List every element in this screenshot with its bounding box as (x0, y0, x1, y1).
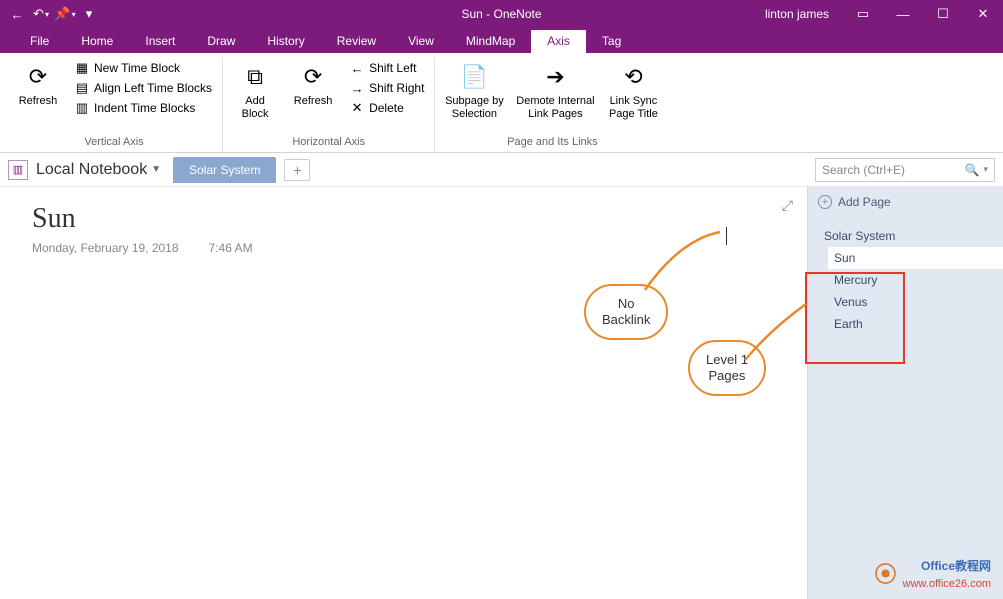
minimize-button[interactable]: — (883, 0, 923, 28)
refresh-icon: ⟳ (22, 61, 54, 93)
tab-home[interactable]: Home (65, 30, 129, 53)
page-item[interactable]: Solar System (818, 225, 1003, 247)
search-input[interactable]: Search (Ctrl+E) 🔍 ▾ (815, 158, 995, 182)
tab-review[interactable]: Review (321, 30, 392, 53)
refresh-label: Refresh (19, 95, 58, 108)
close-button[interactable]: ✕ (963, 0, 1003, 28)
indent-blocks-button[interactable]: ▥Indent Time Blocks (70, 99, 216, 117)
notebook-name[interactable]: Local Notebook (36, 161, 147, 179)
tab-insert[interactable]: Insert (129, 30, 191, 53)
text-cursor (726, 227, 727, 245)
arrow-right-icon: → (349, 80, 365, 96)
ribbon: ⟳ Refresh ▦New Time Block ▤Align Left Ti… (0, 53, 1003, 153)
delete-icon: ✕ (349, 100, 365, 116)
refresh-horizontal-button[interactable]: ⟳ Refresh (287, 59, 339, 108)
watermark-title: Office教程网 (921, 559, 991, 573)
page-item[interactable]: Sun (828, 247, 1003, 269)
title-bar: ← ↶ 📌 ▾ Sun - OneNote linton james ▭ — ☐… (0, 0, 1003, 28)
search-icon: 🔍 (965, 163, 980, 177)
indent-icon: ▥ (74, 100, 90, 116)
demote-button[interactable]: ➔ Demote Internal Link Pages (513, 59, 597, 121)
user-name[interactable]: linton james (751, 7, 843, 21)
align-icon: ▤ (74, 80, 90, 96)
group-vertical-axis: ⟳ Refresh ▦New Time Block ▤Align Left Ti… (6, 57, 223, 152)
group-label: Vertical Axis (84, 134, 143, 152)
callout-level1: Level 1Pages (688, 340, 766, 396)
quick-access-toolbar: ← ↶ 📌 ▾ (0, 3, 100, 25)
watermark: ⦿ Office教程网 www.office26.com (875, 557, 991, 593)
tab-draw[interactable]: Draw (191, 30, 251, 53)
plus-icon: + (818, 195, 832, 209)
linksync-label: Link Sync Page Title (605, 95, 661, 121)
demote-label: Demote Internal Link Pages (515, 95, 595, 121)
page-list: Solar SystemSunMercuryVenusEarth (808, 217, 1003, 335)
new-section-button[interactable]: + (284, 159, 310, 181)
page-date[interactable]: Monday, February 19, 2018 (32, 241, 179, 255)
tab-axis[interactable]: Axis (531, 30, 586, 53)
page-panel: + Add Page Solar SystemSunMercuryVenusEa… (807, 187, 1003, 599)
watermark-url: www.office26.com (903, 575, 991, 593)
office-logo-icon: ⦿ (875, 566, 897, 584)
group-label: Page and Its Links (507, 134, 598, 152)
demote-icon: ➔ (539, 61, 571, 93)
page-canvas[interactable]: ⤢ Sun Monday, February 19, 2018 7:46 AM (0, 187, 807, 599)
add-block-icon: ⧉ (239, 61, 271, 93)
arrow-left-icon: ← (349, 60, 365, 76)
group-label: Horizontal Axis (292, 134, 365, 152)
tab-history[interactable]: History (251, 30, 320, 53)
maximize-button[interactable]: ☐ (923, 0, 963, 28)
page-item[interactable]: Mercury (828, 269, 1003, 291)
refresh-h-label: Refresh (294, 95, 333, 108)
refresh-vertical-button[interactable]: ⟳ Refresh (12, 59, 64, 108)
callout-no-backlink: NoBacklink (584, 284, 668, 340)
group-page-links: 📄 Subpage by Selection ➔ Demote Internal… (435, 57, 669, 152)
content-area: ⤢ Sun Monday, February 19, 2018 7:46 AM … (0, 187, 1003, 599)
add-block-button[interactable]: ⧉ Add Block (229, 59, 281, 121)
add-page-button[interactable]: + Add Page (808, 187, 1003, 217)
ribbon-tabs: FileHomeInsertDrawHistoryReviewViewMindM… (0, 28, 1003, 53)
shift-right-button[interactable]: →Shift Right (345, 79, 428, 97)
notebook-dropdown-icon[interactable]: ▼ (151, 164, 161, 175)
sync-icon: ⟲ (617, 61, 649, 93)
link-sync-button[interactable]: ⟲ Link Sync Page Title (603, 59, 663, 121)
tab-tag[interactable]: Tag (586, 30, 637, 53)
subpage-icon: 📄 (458, 61, 490, 93)
align-left-button[interactable]: ▤Align Left Time Blocks (70, 79, 216, 97)
pin-button[interactable]: 📌 (54, 3, 76, 25)
undo-button[interactable]: ↶ (30, 3, 52, 25)
search-dropdown-icon[interactable]: ▾ (983, 164, 988, 175)
expand-icon[interactable]: ⤢ (782, 197, 793, 214)
notebook-icon[interactable]: ▥ (8, 160, 28, 180)
new-block-icon: ▦ (74, 60, 90, 76)
add-block-label: Add Block (231, 95, 279, 121)
delete-button[interactable]: ✕Delete (345, 99, 428, 117)
back-button[interactable]: ← (6, 3, 28, 25)
shift-left-button[interactable]: ←Shift Left (345, 59, 428, 77)
tab-mindmap[interactable]: MindMap (450, 30, 531, 53)
page-title[interactable]: Sun (32, 203, 775, 235)
search-placeholder: Search (Ctrl+E) (822, 163, 905, 177)
subpage-label: Subpage by Selection (443, 95, 505, 121)
qat-more[interactable]: ▾ (78, 3, 100, 25)
tab-file[interactable]: File (14, 30, 65, 53)
section-tab[interactable]: Solar System (173, 157, 276, 183)
add-page-label: Add Page (838, 195, 891, 209)
page-time[interactable]: 7:46 AM (209, 241, 253, 255)
tab-view[interactable]: View (392, 30, 450, 53)
notebook-bar: ▥ Local Notebook ▼ Solar System + Search… (0, 153, 1003, 187)
page-meta: Monday, February 19, 2018 7:46 AM (32, 241, 775, 255)
subpage-button[interactable]: 📄 Subpage by Selection (441, 59, 507, 121)
refresh-icon: ⟳ (297, 61, 329, 93)
ribbon-options-icon[interactable]: ▭ (843, 0, 883, 28)
new-time-block-button[interactable]: ▦New Time Block (70, 59, 216, 77)
window-title: Sun - OneNote (461, 7, 541, 21)
page-item[interactable]: Venus (828, 291, 1003, 313)
group-horizontal-axis: ⧉ Add Block ⟳ Refresh ←Shift Left →Shift… (223, 57, 435, 152)
page-item[interactable]: Earth (828, 313, 1003, 335)
